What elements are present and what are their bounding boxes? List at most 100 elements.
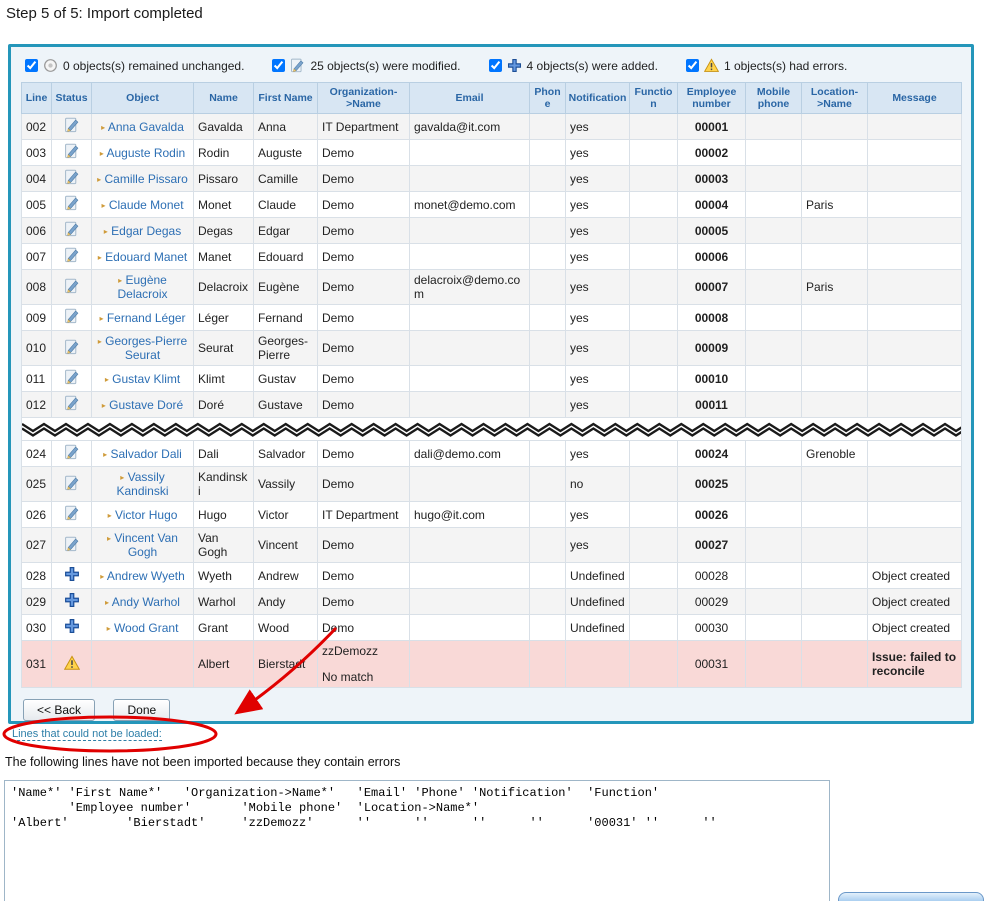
filter-modified[interactable]: 25 objects(s) were modified.: [272, 58, 460, 73]
function-cell: [630, 114, 678, 140]
modified-status-cell: [52, 140, 92, 166]
back-button[interactable]: << Back: [23, 699, 95, 721]
done-button[interactable]: Done: [113, 699, 170, 721]
unchanged-icon: [43, 58, 58, 73]
object-arrow-icon: ▸: [101, 123, 105, 132]
name-cell: Grant: [194, 615, 254, 641]
object-link[interactable]: Claude Monet: [109, 198, 184, 212]
raw-error-lines[interactable]: 'Name*' 'First Name*' 'Organization->Nam…: [4, 780, 830, 901]
added-checkbox[interactable]: [489, 59, 502, 72]
name-cell: Wyeth: [194, 563, 254, 589]
phone-cell: [530, 589, 566, 615]
phone-cell: [530, 114, 566, 140]
table-row: 004▸ Camille PissaroPissaroCamilleDemoye…: [22, 166, 962, 192]
location-cell: Paris: [802, 270, 868, 305]
object-link[interactable]: Gustave Doré: [109, 398, 183, 412]
organization-cell: Demo: [318, 270, 410, 305]
location-cell: [802, 244, 868, 270]
function-cell: [630, 528, 678, 563]
column-header-organization-name: Organization->Name: [318, 83, 410, 114]
location-cell: [802, 366, 868, 392]
filter-errors[interactable]: 1 objects(s) had errors.: [686, 58, 847, 73]
name-cell: Rodin: [194, 140, 254, 166]
modified-icon: [64, 221, 80, 237]
mobile-phone-cell: [746, 528, 802, 563]
object-cell: ▸ Vassily Kandinski: [92, 467, 194, 502]
object-link[interactable]: Fernand Léger: [107, 311, 186, 325]
table-row: 030▸ Wood GrantGrantWoodDemoUndefined000…: [22, 615, 962, 641]
first-name-cell: Claude: [254, 192, 318, 218]
horizontal-scrollbar-thumb[interactable]: [838, 892, 984, 901]
modified-icon: [64, 475, 80, 491]
location-cell: Grenoble: [802, 441, 868, 467]
notification-cell: no: [566, 467, 630, 502]
mobile-phone-cell: [746, 589, 802, 615]
object-link[interactable]: Eugène Delacroix: [117, 273, 167, 301]
unchanged-checkbox[interactable]: [25, 59, 38, 72]
message-cell: [868, 528, 962, 563]
email-cell: dali@demo.com: [410, 441, 530, 467]
filter-added[interactable]: 4 objects(s) were added.: [489, 58, 658, 73]
notification-cell: yes: [566, 114, 630, 140]
object-link[interactable]: Camille Pissaro: [105, 172, 188, 186]
filter-unchanged[interactable]: 0 objects(s) remained unchanged.: [25, 58, 244, 73]
line-number-cell: 024: [22, 441, 52, 467]
notification-cell: Undefined: [566, 589, 630, 615]
location-cell: [802, 114, 868, 140]
line-number-cell: 006: [22, 218, 52, 244]
mobile-phone-cell: [746, 166, 802, 192]
object-link[interactable]: Vincent Van Gogh: [114, 531, 178, 559]
line-number-cell: 002: [22, 114, 52, 140]
table-row: 003▸ Auguste RodinRodinAugusteDemoyes000…: [22, 140, 962, 166]
object-link[interactable]: Edouard Manet: [105, 250, 187, 264]
object-link[interactable]: Andrew Wyeth: [107, 569, 185, 583]
employee-number-cell: 00025: [678, 467, 746, 502]
object-link[interactable]: Wood Grant: [114, 621, 178, 635]
line-number-cell: 025: [22, 467, 52, 502]
modified-status-cell: [52, 366, 92, 392]
object-link[interactable]: Auguste Rodin: [106, 146, 185, 160]
phone-cell: [530, 192, 566, 218]
object-link[interactable]: Georges-Pierre Seurat: [105, 334, 187, 362]
organization-cell: Demo: [318, 392, 410, 418]
modified-icon: [64, 278, 80, 294]
table-row: 031AlbertBierstadtzzDemozzNo match00031I…: [22, 641, 962, 688]
name-cell: Pissaro: [194, 166, 254, 192]
object-cell: ▸ Gustave Doré: [92, 392, 194, 418]
object-link[interactable]: Edgar Degas: [111, 224, 181, 238]
lines-not-loaded-link[interactable]: Lines that could not be loaded:: [12, 728, 162, 741]
table-row: 028▸ Andrew WyethWyethAndrewDemoUndefine…: [22, 563, 962, 589]
object-link[interactable]: Andy Warhol: [112, 595, 180, 609]
table-row: 011▸ Gustav KlimtKlimtGustavDemoyes00010: [22, 366, 962, 392]
object-link[interactable]: Vassily Kandinski: [116, 470, 168, 498]
modified-checkbox[interactable]: [272, 59, 285, 72]
errors-checkbox[interactable]: [686, 59, 699, 72]
message-cell: [868, 441, 962, 467]
table-row: 025▸ Vassily KandinskiKandinskiVassilyDe…: [22, 467, 962, 502]
object-link[interactable]: Salvador Dali: [110, 447, 181, 461]
object-cell: ▸ Andy Warhol: [92, 589, 194, 615]
object-link[interactable]: Anna Gavalda: [108, 120, 184, 134]
phone-cell: [530, 467, 566, 502]
mobile-phone-cell: [746, 270, 802, 305]
mobile-phone-cell: [746, 467, 802, 502]
import-results-panel: 0 objects(s) remained unchanged. 25 obje…: [8, 44, 974, 724]
modified-icon: [64, 395, 80, 411]
message-cell: Object created: [868, 563, 962, 589]
message-cell: [868, 244, 962, 270]
first-name-cell: Salvador: [254, 441, 318, 467]
added-label: 4 objects(s) were added.: [527, 59, 658, 73]
first-name-cell: Eugène: [254, 270, 318, 305]
name-cell: Albert: [194, 641, 254, 688]
line-number-cell: 004: [22, 166, 52, 192]
function-cell: [630, 589, 678, 615]
email-cell: [410, 331, 530, 366]
mobile-phone-cell: [746, 641, 802, 688]
object-link[interactable]: Victor Hugo: [115, 508, 177, 522]
modified-status-cell: [52, 331, 92, 366]
import-table-body: 002▸ Anna GavaldaGavaldaAnnaIT Departmen…: [22, 114, 962, 688]
first-name-cell: Edouard: [254, 244, 318, 270]
line-number-cell: 028: [22, 563, 52, 589]
object-link[interactable]: Gustav Klimt: [112, 372, 180, 386]
modified-label: 25 objects(s) were modified.: [310, 59, 460, 73]
